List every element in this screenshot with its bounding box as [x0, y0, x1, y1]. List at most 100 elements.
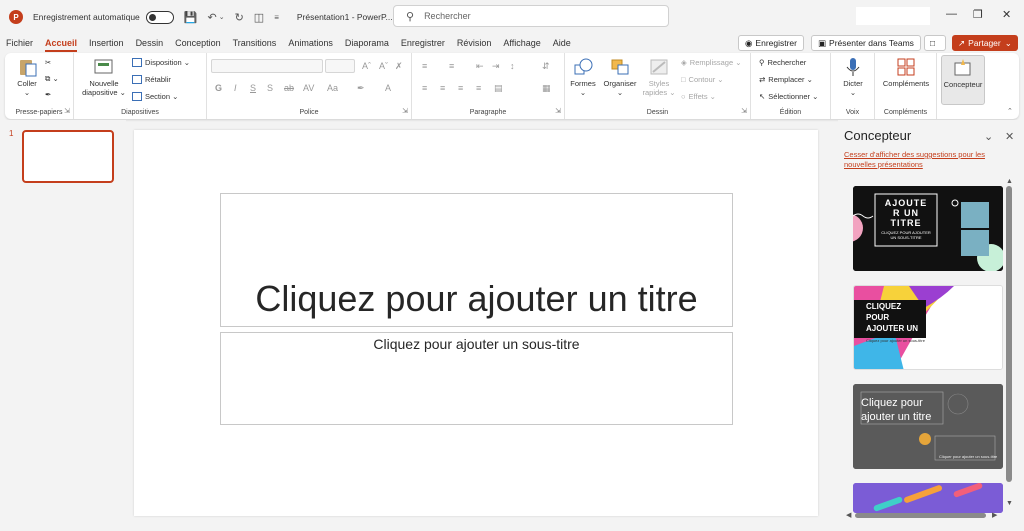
- shrink-font-icon[interactable]: Aˇ: [379, 61, 388, 71]
- search-box[interactable]: ⚲ Rechercher: [393, 5, 669, 27]
- bullets-icon[interactable]: ≡: [422, 61, 427, 71]
- decrease-indent-icon[interactable]: ⇤: [476, 61, 484, 72]
- tab-dessin[interactable]: Dessin: [130, 34, 170, 52]
- design-idea-3-title: Cliquez pour ajouter un titre: [861, 397, 932, 423]
- columns-icon[interactable]: ▤: [494, 83, 503, 94]
- pane-options-icon[interactable]: ⌄: [984, 130, 993, 143]
- tab-transitions[interactable]: Transitions: [227, 34, 283, 52]
- designer-scroll-left-icon[interactable]: ◀: [846, 511, 851, 519]
- collapse-ribbon-icon[interactable]: ⌃: [1007, 107, 1013, 115]
- highlight-icon[interactable]: ✒: [357, 83, 365, 94]
- designer-scroll-down-icon[interactable]: ▼: [1006, 500, 1013, 507]
- design-idea-1[interactable]: AJOUTE R UN TITRE CLIQUEZ POUR AJOUTER U…: [853, 186, 1003, 271]
- close-icon[interactable]: ✕: [1002, 8, 1011, 21]
- shadow-icon[interactable]: S: [267, 83, 273, 93]
- font-launcher-icon[interactable]: ⇲: [402, 107, 408, 115]
- arrange-button[interactable]: Organiser ⌄: [601, 57, 639, 97]
- align-center-icon[interactable]: ≡: [440, 83, 445, 93]
- slide-thumbnail[interactable]: [22, 130, 114, 183]
- designer-horizontal-scrollbar[interactable]: [855, 513, 986, 518]
- clear-format-icon[interactable]: ✗: [395, 61, 403, 72]
- record-button[interactable]: ◉ Enregistrer: [738, 35, 804, 51]
- tab-insertion[interactable]: Insertion: [83, 34, 130, 52]
- stop-suggestions-link[interactable]: Cesser d'afficher des suggestions pour l…: [844, 150, 1009, 170]
- tab-aide[interactable]: Aide: [547, 34, 577, 52]
- subtitle-placeholder[interactable]: Cliquez pour ajouter un sous-titre: [220, 332, 733, 425]
- save-icon[interactable]: 💾: [184, 11, 198, 24]
- tab-affichage[interactable]: Affichage: [497, 34, 546, 52]
- underline-icon[interactable]: S: [250, 83, 256, 93]
- design-idea-4[interactable]: [853, 483, 1003, 513]
- section-button[interactable]: Section ⌄: [132, 92, 178, 101]
- design-idea-3[interactable]: Cliquez pour ajouter un titre Cliquer po…: [853, 384, 1003, 469]
- replace-button[interactable]: ⇄ Remplacer ⌄: [759, 75, 813, 84]
- paragraph-launcher-icon[interactable]: ⇲: [555, 107, 561, 115]
- dictate-button[interactable]: Dicter ⌄: [835, 57, 871, 97]
- layout-icon: [132, 58, 142, 67]
- shape-fill-button[interactable]: ◈ Remplissage ⌄: [681, 58, 742, 67]
- addins-button[interactable]: Compléments: [877, 57, 935, 88]
- paste-button[interactable]: Coller ⌄: [11, 57, 43, 97]
- tab-fichier[interactable]: Fichier: [0, 34, 39, 52]
- present-icon[interactable]: ◫: [254, 11, 264, 24]
- designer-scroll-up-icon[interactable]: ▲: [1006, 178, 1013, 185]
- undo-dropdown-icon[interactable]: ⌄: [219, 13, 225, 21]
- select-button[interactable]: ↖ Sélectionner ⌄: [759, 92, 818, 101]
- customize-toolbar-icon[interactable]: ≡: [274, 13, 279, 22]
- tab-revision[interactable]: Révision: [451, 34, 498, 52]
- share-button[interactable]: ↗ Partager ⌄: [952, 35, 1018, 51]
- strikethrough-icon[interactable]: ab: [284, 83, 294, 93]
- tab-animations[interactable]: Animations: [282, 34, 339, 52]
- line-spacing-icon[interactable]: ↕: [510, 61, 515, 71]
- grow-font-icon[interactable]: Aˆ: [362, 61, 371, 71]
- align-left-icon[interactable]: ≡: [422, 83, 427, 93]
- designer-scroll-right-icon[interactable]: ▶: [992, 511, 997, 519]
- shape-effects-button[interactable]: ○ Effets ⌄: [681, 92, 716, 101]
- redo-icon[interactable]: ↻: [235, 11, 244, 24]
- share-dropdown-icon: ⌄: [1004, 37, 1012, 48]
- font-name-field[interactable]: [211, 59, 323, 73]
- title-placeholder[interactable]: Cliquez pour ajouter un titre: [220, 193, 733, 327]
- pane-close-icon[interactable]: ✕: [1005, 130, 1014, 143]
- clipboard-launcher-icon[interactable]: ⇲: [64, 107, 70, 115]
- case-icon[interactable]: Aa: [327, 83, 338, 93]
- present-teams-button[interactable]: ▣ Présenter dans Teams: [811, 35, 921, 51]
- italic-icon[interactable]: I: [234, 83, 237, 93]
- shapes-button[interactable]: Formes ⌄: [567, 57, 599, 97]
- restore-icon[interactable]: ❐: [973, 8, 983, 21]
- drawing-launcher-icon[interactable]: ⇲: [741, 107, 747, 115]
- outline-icon: □: [681, 75, 686, 84]
- justify-icon[interactable]: ≡: [476, 83, 481, 93]
- layout-button[interactable]: Disposition ⌄: [132, 58, 190, 67]
- copy-icon[interactable]: ⧉ ⌄: [45, 74, 59, 84]
- autosave-toggle[interactable]: [145, 10, 174, 24]
- bold-icon[interactable]: G: [215, 83, 222, 93]
- align-right-icon[interactable]: ≡: [458, 83, 463, 93]
- designer-vertical-scrollbar[interactable]: [1006, 186, 1012, 482]
- font-color-icon[interactable]: A: [385, 83, 391, 93]
- account-area[interactable]: [856, 7, 930, 25]
- tab-accueil[interactable]: Accueil: [39, 34, 83, 52]
- align-text-icon[interactable]: ▦: [542, 83, 551, 94]
- find-button[interactable]: ⚲ Rechercher: [759, 58, 806, 67]
- tab-conception[interactable]: Conception: [169, 34, 227, 52]
- comments-button[interactable]: □: [924, 35, 946, 51]
- reset-button[interactable]: Rétablir: [132, 75, 171, 84]
- quick-styles-button[interactable]: Styles rapides ⌄: [641, 57, 677, 97]
- numbering-icon[interactable]: ≡: [449, 61, 454, 71]
- text-direction-icon[interactable]: ⇵: [542, 61, 550, 72]
- cut-icon[interactable]: ✂: [45, 58, 51, 67]
- tab-diaporama[interactable]: Diaporama: [339, 34, 395, 52]
- design-idea-2[interactable]: CLIQUEZ POUR AJOUTER UN Cliquez pour ajo…: [853, 285, 1003, 370]
- minimize-icon[interactable]: —: [946, 8, 957, 20]
- increase-indent-icon[interactable]: ⇥: [492, 61, 500, 72]
- designer-button[interactable]: Concepteur: [941, 55, 985, 105]
- new-slide-button[interactable]: Nouvelle diapositive ⌄: [80, 57, 128, 97]
- format-painter-icon[interactable]: ✒: [45, 90, 51, 99]
- spacing-icon[interactable]: AV: [303, 83, 314, 93]
- undo-icon[interactable]: ↶: [207, 11, 216, 24]
- font-size-field[interactable]: [325, 59, 355, 73]
- dictate-label: Dicter: [843, 79, 863, 88]
- tab-enregistrer[interactable]: Enregistrer: [395, 34, 451, 52]
- shape-outline-button[interactable]: □ Contour ⌄: [681, 75, 724, 84]
